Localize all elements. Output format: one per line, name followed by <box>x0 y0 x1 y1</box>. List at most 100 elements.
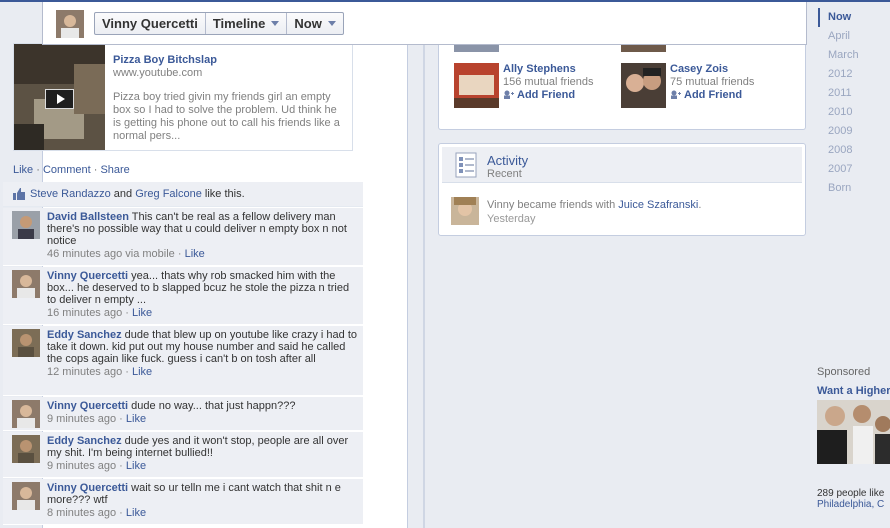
comments-list: Steve Randazzo and Greg Falcone like thi… <box>3 182 363 525</box>
liker-link[interactable]: Greg Falcone <box>135 188 202 200</box>
link-title[interactable]: Pizza Boy Bitchslap <box>113 54 217 66</box>
comment-like-button[interactable]: Like <box>132 366 152 378</box>
scrubber-2009[interactable]: 2009 <box>818 122 890 141</box>
comment-author[interactable]: Vinny Quercetti <box>47 482 128 494</box>
comment-author[interactable]: Eddy Sanchez <box>47 329 122 341</box>
comment: Eddy Sanchez dude that blew up on youtub… <box>3 326 363 396</box>
comment-meta: 16 minutes ago · Like <box>47 307 153 319</box>
activity-subtitle: Recent <box>487 168 522 180</box>
post-actions: Like · Comment · Share <box>13 164 130 176</box>
avatar[interactable] <box>12 482 40 510</box>
activity-friend-link[interactable]: Juice Szafranski <box>618 199 698 211</box>
liker-link[interactable]: Steve Randazzo <box>30 188 111 200</box>
comment-time: 46 minutes ago via mobile <box>47 248 175 260</box>
avatar[interactable] <box>12 400 40 428</box>
thumbs-up-icon <box>13 188 25 200</box>
comment-time: 12 minutes ago <box>47 366 123 378</box>
scrubber-april[interactable]: April <box>818 27 890 46</box>
comment-meta: 12 minutes ago · Like <box>47 366 153 378</box>
comment: Vinny Quercetti yea... thats why rob sma… <box>3 267 363 325</box>
ad-location-link[interactable]: Philadelphia, C <box>817 499 890 510</box>
separator: · <box>90 164 101 176</box>
timeline-scrubber: Now April March 2012 2011 2010 2009 2008… <box>818 8 890 198</box>
breadcrumb-now[interactable]: Now <box>287 13 342 34</box>
add-friend-icon <box>504 90 514 99</box>
comment-meta: 9 minutes ago · Like <box>47 460 147 472</box>
add-friend-button[interactable]: Add Friend <box>670 89 742 101</box>
like-button[interactable]: Like <box>13 164 33 176</box>
share-button[interactable]: Share <box>100 164 129 176</box>
comment-like-button[interactable]: Like <box>126 507 146 519</box>
friend-card: Casey Zois 75 mutual friends Add Friend <box>621 63 791 108</box>
avatar[interactable] <box>12 270 40 298</box>
timeline-spine <box>423 2 425 528</box>
chevron-down-icon <box>327 21 336 26</box>
friend-photo[interactable] <box>621 63 666 108</box>
mutual-friends[interactable]: 75 mutual friends <box>670 76 754 88</box>
link-domain: www.youtube.com <box>113 67 203 79</box>
scrubber-2010[interactable]: 2010 <box>818 103 890 122</box>
profile-avatar[interactable] <box>56 10 84 38</box>
scrubber-2012[interactable]: 2012 <box>818 65 890 84</box>
comment-author[interactable]: David Ballsteen <box>47 211 129 223</box>
add-friend-icon <box>671 90 681 99</box>
breadcrumb-name[interactable]: Vinny Quercetti <box>95 13 206 34</box>
ad-likes: 289 people like Philadelphia, C <box>817 488 890 510</box>
profile-name: Vinny Quercetti <box>102 16 198 31</box>
friend-card: Ally Stephens 156 mutual friends Add Fri… <box>454 63 624 108</box>
ad-image[interactable] <box>817 400 890 464</box>
comment-author[interactable]: Eddy Sanchez <box>47 435 122 447</box>
separator: · <box>33 164 43 176</box>
likes-summary: Steve Randazzo and Greg Falcone like thi… <box>3 182 363 207</box>
scrubber-2008[interactable]: 2008 <box>818 141 890 160</box>
likes-suffix: like this. <box>201 188 245 200</box>
activity-list-icon <box>455 152 477 178</box>
friend-photo[interactable] <box>451 197 479 225</box>
comment-like-button[interactable]: Like <box>126 413 146 425</box>
friend-photo[interactable] <box>454 63 499 108</box>
comment-text: dude no way... that just happn??? <box>131 400 296 412</box>
shared-link-card[interactable]: Pizza Boy Bitchslap www.youtube.com Pizz… <box>13 43 353 151</box>
play-icon[interactable] <box>45 89 74 109</box>
comment-time: 9 minutes ago <box>47 413 117 425</box>
link-description: Pizza boy tried givin my friends girl an… <box>113 91 340 142</box>
comment: David Ballsteen This can't be real as a … <box>3 208 363 266</box>
activity-suffix: . <box>698 199 702 211</box>
activity-header[interactable]: Activity Recent <box>442 147 802 183</box>
timeline-label: Timeline <box>212 16 266 31</box>
mutual-friends[interactable]: 156 mutual friends <box>503 76 594 88</box>
comment-like-button[interactable]: Like <box>126 460 146 472</box>
timeline-header: Vinny Quercetti Timeline Now <box>42 2 807 45</box>
comment-time: 8 minutes ago <box>47 507 117 519</box>
sponsored-ad: Sponsored Want a Higher 289 people like … <box>817 366 890 510</box>
scrubber-2007[interactable]: 2007 <box>818 160 890 179</box>
comment-time: 16 minutes ago <box>47 307 123 319</box>
comment-like-button[interactable]: Like <box>132 307 152 319</box>
comment-time: 9 minutes ago <box>47 460 117 472</box>
comment-author[interactable]: Vinny Quercetti <box>47 400 128 412</box>
ad-title[interactable]: Want a Higher <box>817 385 890 397</box>
scrubber-now[interactable]: Now <box>818 8 890 27</box>
scrubber-2011[interactable]: 2011 <box>818 84 890 103</box>
activity-title[interactable]: Activity <box>487 153 528 168</box>
scrubber-born[interactable]: Born <box>818 179 890 198</box>
comment-button[interactable]: Comment <box>43 164 91 176</box>
add-friend-button[interactable]: Add Friend <box>503 89 575 101</box>
avatar[interactable] <box>12 211 40 239</box>
friend-name[interactable]: Ally Stephens <box>503 63 576 75</box>
breadcrumb-timeline[interactable]: Timeline <box>206 13 288 34</box>
avatar[interactable] <box>12 435 40 463</box>
comment-like-button[interactable]: Like <box>185 248 205 260</box>
activity-text: Vinny became friends with Juice Szafrans… <box>487 199 701 211</box>
friend-name[interactable]: Casey Zois <box>670 63 728 75</box>
activity-time: Yesterday <box>487 213 536 225</box>
comment-meta: 9 minutes ago · Like <box>47 413 147 425</box>
activity-prefix: Vinny became friends with <box>487 199 619 211</box>
scrubber-march[interactable]: March <box>818 46 890 65</box>
video-thumbnail[interactable] <box>14 44 105 150</box>
comment: Eddy Sanchez dude yes and it won't stop,… <box>3 432 363 478</box>
avatar[interactable] <box>12 329 40 357</box>
activity-box: Activity Recent Vinny became friends wit… <box>438 143 806 236</box>
comment-author[interactable]: Vinny Quercetti <box>47 270 128 282</box>
friend-photo-partial <box>454 45 499 52</box>
